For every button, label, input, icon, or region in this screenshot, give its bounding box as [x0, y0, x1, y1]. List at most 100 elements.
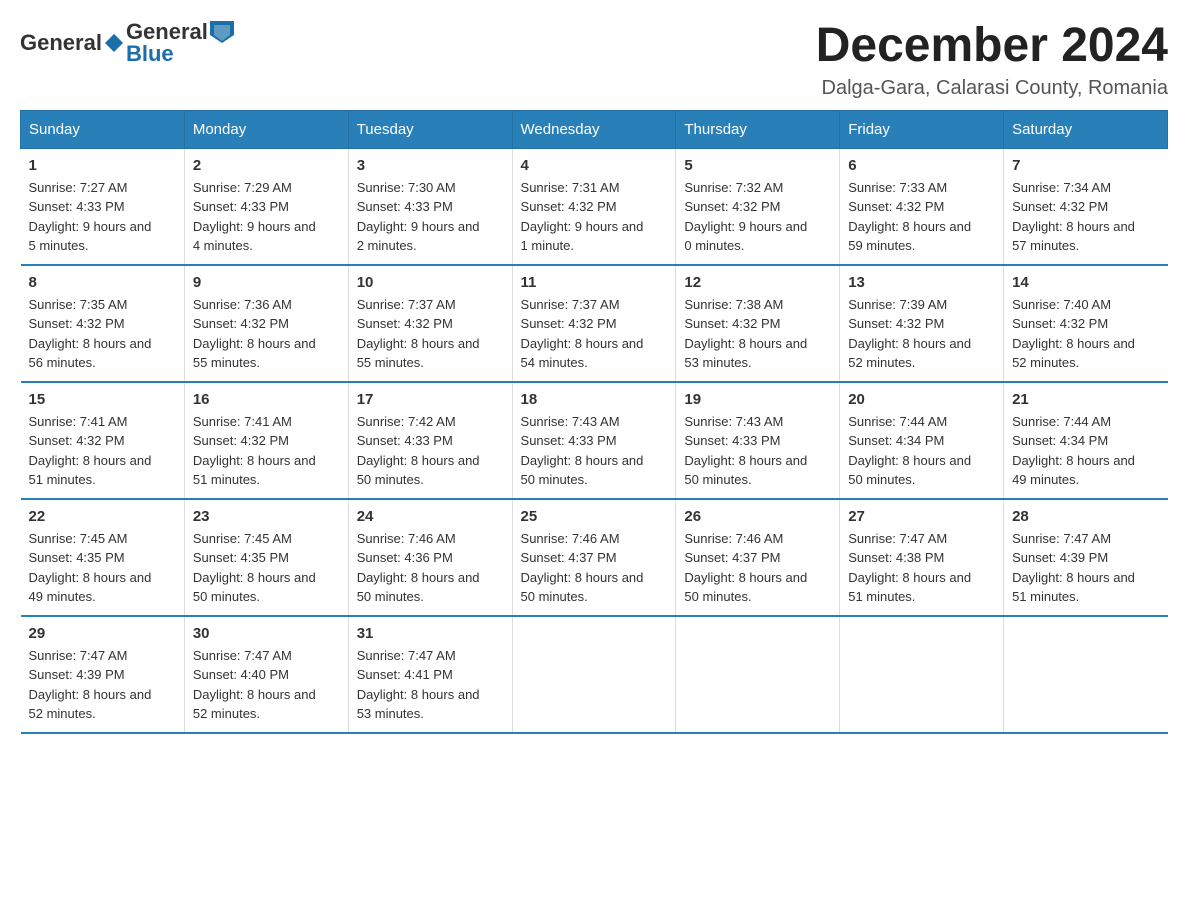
day-info: Sunrise: 7:41 AM Sunset: 4:32 PM Dayligh…: [193, 412, 340, 490]
header-tuesday: Tuesday: [348, 110, 512, 148]
table-row: 29 Sunrise: 7:47 AM Sunset: 4:39 PM Dayl…: [21, 616, 185, 733]
day-number: 30: [193, 625, 340, 642]
day-info: Sunrise: 7:40 AM Sunset: 4:32 PM Dayligh…: [1012, 295, 1159, 373]
day-info: Sunrise: 7:43 AM Sunset: 4:33 PM Dayligh…: [521, 412, 668, 490]
table-row: 24 Sunrise: 7:46 AM Sunset: 4:36 PM Dayl…: [348, 499, 512, 616]
day-number: 3: [357, 157, 504, 174]
header-monday: Monday: [184, 110, 348, 148]
day-number: 22: [29, 508, 176, 525]
day-number: 4: [521, 157, 668, 174]
calendar-table: Sunday Monday Tuesday Wednesday Thursday…: [20, 110, 1168, 734]
day-number: 26: [684, 508, 831, 525]
day-info: Sunrise: 7:44 AM Sunset: 4:34 PM Dayligh…: [1012, 412, 1159, 490]
day-info: Sunrise: 7:47 AM Sunset: 4:41 PM Dayligh…: [357, 646, 504, 724]
table-row: 17 Sunrise: 7:42 AM Sunset: 4:33 PM Dayl…: [348, 382, 512, 499]
day-info: Sunrise: 7:47 AM Sunset: 4:39 PM Dayligh…: [1012, 529, 1159, 607]
table-row: 7 Sunrise: 7:34 AM Sunset: 4:32 PM Dayli…: [1004, 148, 1168, 265]
day-info: Sunrise: 7:46 AM Sunset: 4:36 PM Dayligh…: [357, 529, 504, 607]
day-info: Sunrise: 7:35 AM Sunset: 4:32 PM Dayligh…: [29, 295, 176, 373]
table-row: 12 Sunrise: 7:38 AM Sunset: 4:32 PM Dayl…: [676, 265, 840, 382]
table-row: 30 Sunrise: 7:47 AM Sunset: 4:40 PM Dayl…: [184, 616, 348, 733]
day-number: 6: [848, 157, 995, 174]
table-row: 15 Sunrise: 7:41 AM Sunset: 4:32 PM Dayl…: [21, 382, 185, 499]
day-number: 29: [29, 625, 176, 642]
table-row: 28 Sunrise: 7:47 AM Sunset: 4:39 PM Dayl…: [1004, 499, 1168, 616]
logo-blue-text: Blue: [126, 42, 234, 66]
day-number: 27: [848, 508, 995, 525]
calendar-week-row: 1 Sunrise: 7:27 AM Sunset: 4:33 PM Dayli…: [21, 148, 1168, 265]
day-info: Sunrise: 7:46 AM Sunset: 4:37 PM Dayligh…: [521, 529, 668, 607]
table-row: 18 Sunrise: 7:43 AM Sunset: 4:33 PM Dayl…: [512, 382, 676, 499]
day-info: Sunrise: 7:29 AM Sunset: 4:33 PM Dayligh…: [193, 178, 340, 256]
table-row: 9 Sunrise: 7:36 AM Sunset: 4:32 PM Dayli…: [184, 265, 348, 382]
title-section: December 2024 Dalga-Gara, Calarasi Count…: [816, 20, 1168, 100]
day-number: 12: [684, 274, 831, 291]
header-thursday: Thursday: [676, 110, 840, 148]
table-row: 5 Sunrise: 7:32 AM Sunset: 4:32 PM Dayli…: [676, 148, 840, 265]
table-row: 4 Sunrise: 7:31 AM Sunset: 4:32 PM Dayli…: [512, 148, 676, 265]
table-row: 8 Sunrise: 7:35 AM Sunset: 4:32 PM Dayli…: [21, 265, 185, 382]
day-info: Sunrise: 7:47 AM Sunset: 4:40 PM Dayligh…: [193, 646, 340, 724]
table-row: [512, 616, 676, 733]
day-info: Sunrise: 7:41 AM Sunset: 4:32 PM Dayligh…: [29, 412, 176, 490]
day-number: 5: [684, 157, 831, 174]
day-info: Sunrise: 7:27 AM Sunset: 4:33 PM Dayligh…: [29, 178, 176, 256]
location-text: Dalga-Gara, Calarasi County, Romania: [816, 77, 1168, 100]
table-row: 1 Sunrise: 7:27 AM Sunset: 4:33 PM Dayli…: [21, 148, 185, 265]
day-info: Sunrise: 7:37 AM Sunset: 4:32 PM Dayligh…: [357, 295, 504, 373]
table-row: 6 Sunrise: 7:33 AM Sunset: 4:32 PM Dayli…: [840, 148, 1004, 265]
day-info: Sunrise: 7:38 AM Sunset: 4:32 PM Dayligh…: [684, 295, 831, 373]
table-row: 25 Sunrise: 7:46 AM Sunset: 4:37 PM Dayl…: [512, 499, 676, 616]
calendar-week-row: 22 Sunrise: 7:45 AM Sunset: 4:35 PM Dayl…: [21, 499, 1168, 616]
day-number: 14: [1012, 274, 1159, 291]
table-row: 27 Sunrise: 7:47 AM Sunset: 4:38 PM Dayl…: [840, 499, 1004, 616]
day-info: Sunrise: 7:31 AM Sunset: 4:32 PM Dayligh…: [521, 178, 668, 256]
day-info: Sunrise: 7:45 AM Sunset: 4:35 PM Dayligh…: [193, 529, 340, 607]
table-row: 22 Sunrise: 7:45 AM Sunset: 4:35 PM Dayl…: [21, 499, 185, 616]
day-info: Sunrise: 7:45 AM Sunset: 4:35 PM Dayligh…: [29, 529, 176, 607]
day-number: 15: [29, 391, 176, 408]
month-title: December 2024: [816, 20, 1168, 73]
day-info: Sunrise: 7:46 AM Sunset: 4:37 PM Dayligh…: [684, 529, 831, 607]
table-row: 26 Sunrise: 7:46 AM Sunset: 4:37 PM Dayl…: [676, 499, 840, 616]
calendar-week-row: 8 Sunrise: 7:35 AM Sunset: 4:32 PM Dayli…: [21, 265, 1168, 382]
day-number: 1: [29, 157, 176, 174]
logo: General General Blue: [20, 20, 234, 66]
day-number: 23: [193, 508, 340, 525]
header-sunday: Sunday: [21, 110, 185, 148]
table-row: 2 Sunrise: 7:29 AM Sunset: 4:33 PM Dayli…: [184, 148, 348, 265]
logo-arrow-icon: [210, 21, 234, 43]
day-info: Sunrise: 7:32 AM Sunset: 4:32 PM Dayligh…: [684, 178, 831, 256]
day-number: 28: [1012, 508, 1159, 525]
day-number: 2: [193, 157, 340, 174]
day-info: Sunrise: 7:34 AM Sunset: 4:32 PM Dayligh…: [1012, 178, 1159, 256]
calendar-header-row: Sunday Monday Tuesday Wednesday Thursday…: [21, 110, 1168, 148]
day-info: Sunrise: 7:42 AM Sunset: 4:33 PM Dayligh…: [357, 412, 504, 490]
table-row: [840, 616, 1004, 733]
day-info: Sunrise: 7:36 AM Sunset: 4:32 PM Dayligh…: [193, 295, 340, 373]
table-row: 13 Sunrise: 7:39 AM Sunset: 4:32 PM Dayl…: [840, 265, 1004, 382]
day-number: 18: [521, 391, 668, 408]
table-row: 20 Sunrise: 7:44 AM Sunset: 4:34 PM Dayl…: [840, 382, 1004, 499]
table-row: 31 Sunrise: 7:47 AM Sunset: 4:41 PM Dayl…: [348, 616, 512, 733]
day-number: 8: [29, 274, 176, 291]
logo-flag-icon: [103, 32, 125, 54]
table-row: 16 Sunrise: 7:41 AM Sunset: 4:32 PM Dayl…: [184, 382, 348, 499]
day-number: 21: [1012, 391, 1159, 408]
day-info: Sunrise: 7:47 AM Sunset: 4:39 PM Dayligh…: [29, 646, 176, 724]
day-info: Sunrise: 7:39 AM Sunset: 4:32 PM Dayligh…: [848, 295, 995, 373]
table-row: 3 Sunrise: 7:30 AM Sunset: 4:33 PM Dayli…: [348, 148, 512, 265]
day-info: Sunrise: 7:44 AM Sunset: 4:34 PM Dayligh…: [848, 412, 995, 490]
header-saturday: Saturday: [1004, 110, 1168, 148]
table-row: 21 Sunrise: 7:44 AM Sunset: 4:34 PM Dayl…: [1004, 382, 1168, 499]
day-number: 11: [521, 274, 668, 291]
calendar-week-row: 29 Sunrise: 7:47 AM Sunset: 4:39 PM Dayl…: [21, 616, 1168, 733]
table-row: 19 Sunrise: 7:43 AM Sunset: 4:33 PM Dayl…: [676, 382, 840, 499]
day-info: Sunrise: 7:43 AM Sunset: 4:33 PM Dayligh…: [684, 412, 831, 490]
day-number: 19: [684, 391, 831, 408]
table-row: 10 Sunrise: 7:37 AM Sunset: 4:32 PM Dayl…: [348, 265, 512, 382]
day-number: 13: [848, 274, 995, 291]
table-row: 14 Sunrise: 7:40 AM Sunset: 4:32 PM Dayl…: [1004, 265, 1168, 382]
logo-general-text: General: [20, 30, 102, 56]
calendar-week-row: 15 Sunrise: 7:41 AM Sunset: 4:32 PM Dayl…: [21, 382, 1168, 499]
